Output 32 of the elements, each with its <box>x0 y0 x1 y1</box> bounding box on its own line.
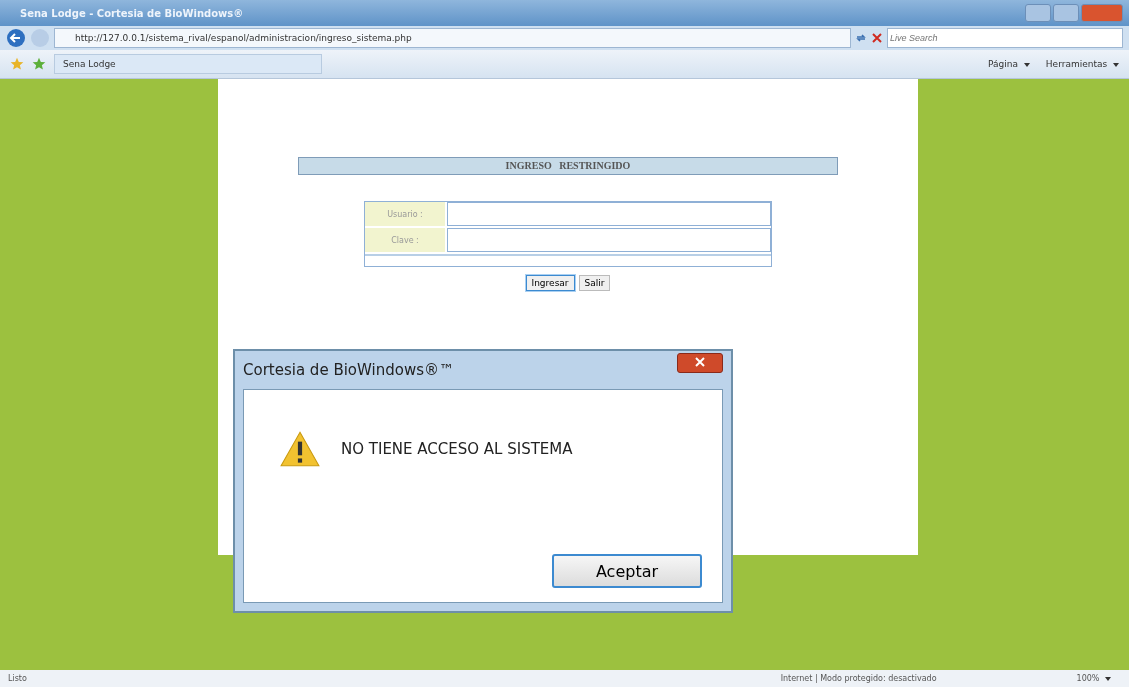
close-button[interactable] <box>677 353 723 373</box>
maximize-button[interactable] <box>1053 4 1079 22</box>
star-icon[interactable] <box>10 57 24 71</box>
back-icon[interactable] <box>6 28 26 48</box>
warning-icon <box>279 430 321 468</box>
form-button[interactable]: Salir <box>578 275 611 291</box>
close-icon <box>695 357 705 367</box>
stop-icon[interactable] <box>871 32 883 44</box>
command-menu[interactable]: Página <box>988 59 1030 69</box>
login-heading: INGRESO RESTRINGIDO <box>298 157 838 175</box>
caret-icon <box>1105 677 1111 681</box>
minimize-button[interactable] <box>1025 4 1051 22</box>
star-icon[interactable] <box>32 57 46 71</box>
accept-button[interactable]: Aceptar <box>552 554 702 588</box>
security-zone: Internet | Modo protegido: desactivado <box>780 674 937 683</box>
window-title: Sena Lodge - Cortesia de BioWindows® <box>20 7 244 19</box>
command-menu[interactable]: Herramientas <box>1045 59 1119 69</box>
refresh-icon[interactable] <box>855 32 867 44</box>
alert-message: NO TIENE ACCESO AL SISTEMA <box>341 440 573 458</box>
address-field[interactable]: http://127.0.0.1/sistema_rival/espanol/administracion/ingreso_sistema.php <box>54 28 851 48</box>
caret-icon <box>1023 63 1030 67</box>
status-text: Listo <box>8 674 27 683</box>
form-button[interactable]: Ingresar <box>525 275 575 291</box>
field-label: Usuario : <box>365 202 445 226</box>
zoom-level[interactable]: 100% <box>1076 674 1111 683</box>
caret-icon <box>1113 63 1119 67</box>
input-field[interactable] <box>447 202 771 226</box>
dialog-title: Cortesia de BioWindows®™ <box>243 361 454 379</box>
input-field[interactable] <box>447 228 771 252</box>
browser-tab[interactable]: Sena Lodge <box>54 54 322 74</box>
search-field[interactable]: Live Search <box>887 28 1123 48</box>
field-label: Clave : <box>365 228 445 252</box>
